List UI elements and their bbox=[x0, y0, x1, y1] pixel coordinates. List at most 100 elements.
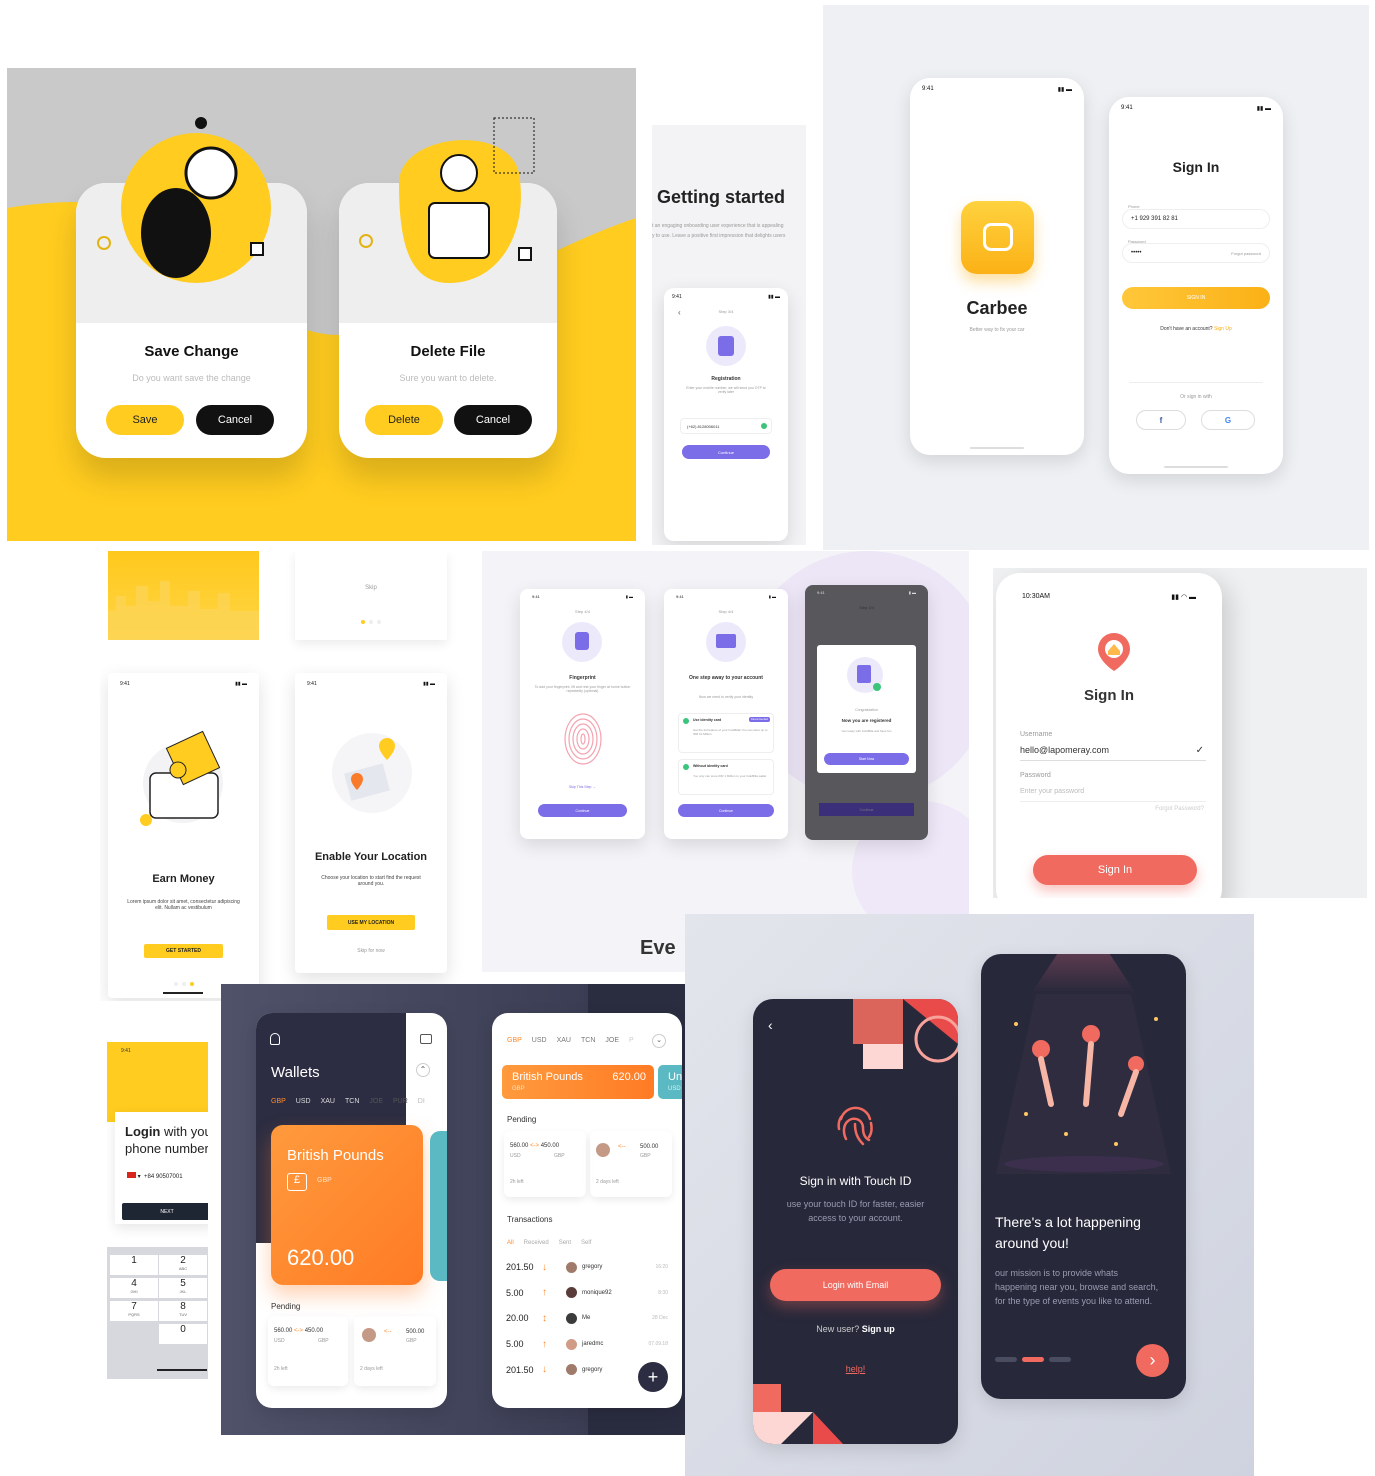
signup-prompt: Don't have an account? Sign Up bbox=[1109, 326, 1283, 332]
avatar bbox=[566, 1338, 577, 1350]
filter-received[interactable]: Received bbox=[524, 1240, 549, 1246]
registered-title: Now you are registered bbox=[841, 718, 892, 723]
tab-usd[interactable]: USD bbox=[296, 1098, 311, 1105]
chevron-down-icon[interactable]: ⌄ bbox=[652, 1034, 666, 1048]
tab-gbp[interactable]: GBP bbox=[507, 1037, 522, 1044]
sign-in-button[interactable]: Sign In bbox=[1033, 855, 1197, 885]
forgot-password-link[interactable]: Forgot password bbox=[1231, 251, 1261, 256]
skip-for-now-link[interactable]: Skip for now bbox=[295, 948, 447, 954]
table-row[interactable]: 5.00 ↑ jaredmc 07.09.18 bbox=[506, 1333, 668, 1355]
step-label: Step 4/4 bbox=[575, 609, 590, 614]
cancel-button[interactable]: Cancel bbox=[196, 405, 274, 435]
identity-card-option[interactable]: Use identity card Recommended Get the fu… bbox=[678, 713, 774, 753]
sign-in-button[interactable]: SIGN IN bbox=[1122, 287, 1270, 309]
key-7[interactable]: 7 PQRS bbox=[110, 1301, 158, 1321]
wallet-icon[interactable] bbox=[420, 1034, 432, 1044]
tab-usd[interactable]: USD bbox=[532, 1037, 547, 1044]
table-row[interactable]: 5.00 ↑ monique92 8:30 bbox=[506, 1282, 668, 1304]
pending-card[interactable]: 560.00 <-> 450.00 USD GBP 2h left bbox=[268, 1316, 348, 1386]
tab-pur[interactable]: PUR bbox=[393, 1098, 408, 1105]
transaction-amount: 5.00 bbox=[506, 1339, 524, 1350]
pending-card[interactable]: 560.00 <-> 450.00 USD GBP 2h left bbox=[504, 1131, 586, 1197]
login-with-email-button[interactable]: Login with Email bbox=[770, 1269, 941, 1301]
phone-input[interactable]: +1 929 391 82 81 bbox=[1122, 209, 1270, 229]
forgot-password-link[interactable]: Forgot Password? bbox=[1155, 806, 1204, 812]
key-8[interactable]: 8 TUV bbox=[159, 1301, 207, 1321]
signup-link[interactable]: Sign up bbox=[862, 1324, 895, 1334]
get-started-button[interactable]: GET STARTED bbox=[144, 944, 223, 958]
time-left: 2h left bbox=[510, 1179, 524, 1185]
tab-joe[interactable]: JOE bbox=[369, 1098, 383, 1105]
cancel-delete-button[interactable]: Cancel bbox=[454, 405, 532, 435]
party-illustration bbox=[996, 994, 1171, 1174]
gbp-wallet-card[interactable]: British Pounds GBP 620.00 bbox=[502, 1065, 654, 1099]
table-row[interactable]: 20.00 ↕ Me 28 Dec bbox=[506, 1307, 668, 1329]
table-row[interactable]: 201.50 ↓ gregory 16:20 bbox=[506, 1256, 668, 1278]
continue-button[interactable]: Continue bbox=[538, 804, 627, 817]
start-now-button[interactable]: Start Now bbox=[824, 753, 909, 765]
phone-field[interactable]: (+62) 8128006011 bbox=[680, 418, 772, 434]
carbee-splash-screen: 9:41 ▮▮ ▬ Carbee Better way to fix your c… bbox=[910, 78, 1084, 455]
facebook-button[interactable]: f bbox=[1136, 410, 1186, 430]
tab-xau[interactable]: XAU bbox=[321, 1098, 335, 1105]
continue-button[interactable]: Continue bbox=[678, 804, 774, 817]
registered-screen: 9:41 ▮ ▬ Step 4/4 Congratulation Now you … bbox=[805, 585, 928, 840]
currency-tabs: GBP USD XAU TCN JOE P bbox=[507, 1037, 644, 1044]
next-button[interactable]: NEXT bbox=[122, 1203, 208, 1220]
continue-button[interactable]: Continue bbox=[819, 803, 914, 816]
check-icon: ✓ bbox=[1195, 745, 1204, 756]
earn-money-screen: 9:41 ▮▮ ▬ Earn Money Lorem ipsum dolor si… bbox=[108, 673, 259, 998]
key-4[interactable]: 4 GHI bbox=[110, 1278, 158, 1298]
pending-card[interactable]: <-- 500.00 GBP 2 days left bbox=[590, 1131, 672, 1197]
card-currency-code: GBP bbox=[512, 1086, 525, 1092]
no-identity-card-option[interactable]: Without identity card You only can store… bbox=[678, 759, 774, 795]
events-desc: our mission is to provide whats happenin… bbox=[995, 1268, 1159, 1306]
events-heading-partial: Eve bbox=[640, 937, 676, 959]
tab-di[interactable]: DI bbox=[418, 1098, 425, 1105]
add-button[interactable]: + bbox=[638, 1362, 668, 1392]
delete-button[interactable]: Delete bbox=[365, 405, 443, 435]
registration-title: Registration bbox=[711, 376, 741, 382]
skip-link[interactable]: Skip bbox=[295, 585, 447, 591]
save-button[interactable]: Save bbox=[106, 405, 184, 435]
next-wallet-card[interactable]: Un USD bbox=[658, 1065, 682, 1099]
signup-link[interactable]: Sign Up bbox=[1214, 326, 1232, 332]
card-currency-code: GBP bbox=[317, 1177, 332, 1184]
transaction-user: gregory bbox=[582, 1264, 603, 1270]
tab-tcn[interactable]: TCN bbox=[581, 1037, 595, 1044]
success-icon bbox=[847, 657, 883, 693]
use-my-location-button[interactable]: USE MY LOCATION bbox=[327, 915, 415, 930]
tab-joe[interactable]: JOE bbox=[605, 1037, 619, 1044]
google-button[interactable]: G bbox=[1201, 410, 1255, 430]
user-icon[interactable] bbox=[270, 1033, 280, 1045]
continue-button[interactable]: Continue bbox=[682, 445, 770, 459]
tab-p[interactable]: P bbox=[629, 1037, 634, 1044]
signup-prompt: New user? Sign up bbox=[816, 1324, 895, 1334]
username-input[interactable]: hello@lapomeray.com ✓ bbox=[1020, 745, 1206, 761]
geometric-decoration bbox=[753, 1384, 843, 1444]
help-link[interactable]: help! bbox=[753, 1364, 958, 1374]
fingerprint-panel: 9:41 ▮ ▬ Step 4/4 Fingerprint To add your… bbox=[482, 551, 969, 972]
touch-id-title: Sign in with Touch ID bbox=[799, 1174, 912, 1188]
password-input[interactable]: ••••• Forgot password bbox=[1122, 243, 1270, 263]
tab-xau[interactable]: XAU bbox=[557, 1037, 571, 1044]
back-icon[interactable]: ‹ bbox=[768, 1017, 773, 1033]
filter-sent[interactable]: Sent bbox=[559, 1240, 571, 1246]
next-button[interactable]: › bbox=[1136, 1344, 1169, 1377]
password-input[interactable]: Enter your password bbox=[1020, 788, 1206, 802]
filter-all[interactable]: All bbox=[507, 1240, 514, 1246]
skip-step-link[interactable]: Skip This Step → bbox=[520, 785, 645, 789]
earn-money-title: Earn Money bbox=[152, 873, 215, 885]
chevron-up-icon[interactable]: ⌃ bbox=[416, 1063, 430, 1077]
tab-gbp[interactable]: GBP bbox=[271, 1098, 286, 1105]
pending-card[interactable]: <-- 500.00 GBP 2 days left bbox=[354, 1316, 436, 1386]
key-5[interactable]: 5 JKL bbox=[159, 1278, 207, 1298]
key-1[interactable]: 1 bbox=[110, 1255, 158, 1275]
filter-self[interactable]: Self bbox=[581, 1240, 591, 1246]
gbp-wallet-card[interactable]: British Pounds £ GBP 620.00 bbox=[271, 1125, 423, 1285]
phone-number-field[interactable]: ▾ +84 90507001 bbox=[127, 1172, 208, 1180]
tab-tcn[interactable]: TCN bbox=[345, 1098, 359, 1105]
key-2[interactable]: 2 ABC bbox=[159, 1255, 207, 1275]
key-0[interactable]: 0 bbox=[159, 1324, 207, 1344]
ring-icon bbox=[97, 236, 111, 250]
